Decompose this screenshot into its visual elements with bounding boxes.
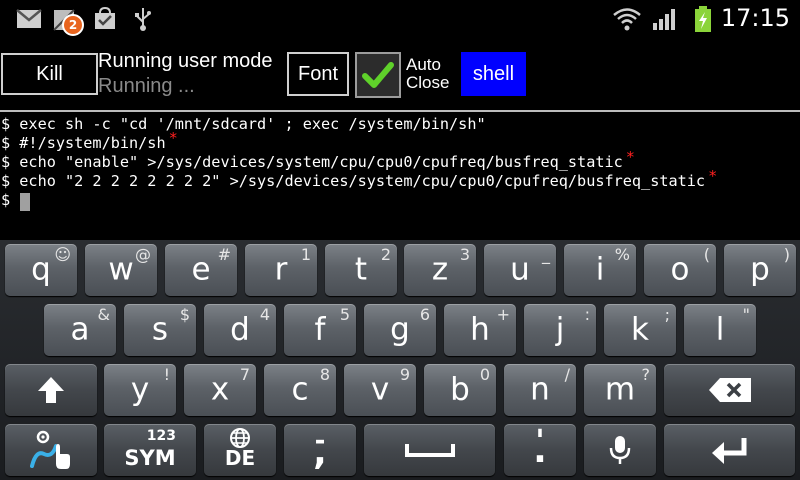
sym-key-sup: 123 <box>146 428 176 444</box>
key-label: l <box>715 311 725 348</box>
status-bar: 2 17:15 <box>0 0 800 38</box>
swype-settings-key[interactable] <box>5 424 97 476</box>
auto-close-label-line2: Close <box>406 73 450 92</box>
key-label: a <box>70 311 90 348</box>
mode-status: Running ... <box>98 75 195 97</box>
key-c[interactable]: 8 c <box>264 364 336 416</box>
key-label: e <box>191 251 211 288</box>
signal-icon <box>653 9 675 30</box>
enter-key[interactable] <box>664 424 795 476</box>
key-label: g <box>390 311 410 348</box>
language-key[interactable]: DE <box>204 424 276 476</box>
key-q[interactable]: ☺ q <box>5 244 77 296</box>
key-l[interactable]: " l <box>684 304 756 356</box>
checkmark-icon <box>362 62 394 88</box>
key-a[interactable]: & a <box>44 304 116 356</box>
key-label: u <box>510 251 530 288</box>
period-key[interactable]: ' . <box>504 424 576 476</box>
microphone-icon <box>609 436 631 464</box>
key-o[interactable]: ( o <box>644 244 716 296</box>
key-label: w <box>108 251 134 288</box>
market-update-icon <box>95 6 115 29</box>
swype-settings-icon <box>30 430 70 469</box>
key-label: j <box>555 311 565 348</box>
key-label: o <box>670 251 690 288</box>
key-label: h <box>470 311 490 348</box>
key-h[interactable]: + h <box>444 304 516 356</box>
terminal-line: $ echo "enable" >/sys/devices/system/cpu… <box>1 148 635 171</box>
terminal-line: $ echo "2 2 2 2 2 2 2 2" >/sys/devices/s… <box>1 167 718 190</box>
comma-key[interactable]: - , <box>284 424 356 476</box>
key-label: s <box>151 311 169 348</box>
key-label: y <box>130 371 150 408</box>
key-y[interactable]: ! y <box>104 364 176 416</box>
terminal-line: $ #!/system/bin/sh * <box>1 129 178 152</box>
key-s[interactable]: $ s <box>124 304 196 356</box>
key-e[interactable]: # e <box>165 244 237 296</box>
key-i[interactable]: % i <box>564 244 636 296</box>
key-w[interactable]: @ w <box>85 244 157 296</box>
key-label: x <box>210 371 230 408</box>
key-n[interactable]: / n <box>504 364 576 416</box>
kill-button[interactable]: Kill <box>1 53 98 95</box>
space-key[interactable] <box>364 424 495 476</box>
notification-count-badge: 2 <box>62 14 84 36</box>
space-bar-icon <box>404 444 455 457</box>
terminal-line: $ exec sh -c "cd '/mnt/sdcard' ; exec /s… <box>1 115 486 133</box>
terminal-cursor <box>20 193 30 211</box>
microphone-key[interactable] <box>584 424 656 476</box>
key-b[interactable]: 0 b <box>424 364 496 416</box>
key-t[interactable]: 2 t <box>325 244 397 296</box>
terminal-output[interactable]: $ exec sh -c "cd '/mnt/sdcard' ; exec /s… <box>0 112 800 240</box>
key-label: v <box>370 371 390 408</box>
key-label: r <box>274 251 288 288</box>
key-k[interactable]: ; k <box>604 304 676 356</box>
key-label: q <box>31 251 51 288</box>
backspace-key[interactable] <box>664 364 795 416</box>
shift-key[interactable] <box>5 364 97 416</box>
enter-arrow-icon <box>711 438 746 464</box>
mode-title: Running user mode <box>98 50 273 72</box>
sym-key-label: SYM <box>124 446 176 470</box>
shell-button[interactable]: shell <box>461 52 526 96</box>
key-label: m <box>604 371 636 408</box>
app-toolbar: Kill Running user mode Running ... Font … <box>0 40 800 110</box>
sym-key[interactable]: 123 SYM <box>104 424 196 476</box>
key-label: b <box>450 371 470 408</box>
shift-arrow-icon <box>38 377 64 403</box>
auto-close-label-line1: Auto <box>406 55 441 74</box>
key-j[interactable]: : j <box>524 304 596 356</box>
soft-keyboard: ☺ q @ w # e 1 r 2 t 3 z _ u % i ( o ) p … <box>0 240 800 480</box>
key-z[interactable]: 3 z <box>404 244 476 296</box>
key-p[interactable]: ) p <box>724 244 796 296</box>
key-r[interactable]: 1 r <box>245 244 317 296</box>
comma-key-label: , <box>313 432 327 473</box>
font-button[interactable]: Font <box>287 52 349 96</box>
key-label: f <box>314 311 326 348</box>
key-label: k <box>631 311 649 348</box>
usb-icon <box>135 8 151 31</box>
gmail-icon <box>16 9 42 28</box>
key-label: d <box>230 311 250 348</box>
key-v[interactable]: 9 v <box>344 364 416 416</box>
key-g[interactable]: 6 g <box>364 304 436 356</box>
key-label: n <box>530 371 550 408</box>
key-x[interactable]: 7 x <box>184 364 256 416</box>
auto-close-checkbox[interactable] <box>355 52 401 98</box>
key-label: i <box>595 251 605 288</box>
key-u[interactable]: _ u <box>484 244 556 296</box>
wifi-icon <box>613 8 641 31</box>
key-d[interactable]: 4 d <box>204 304 276 356</box>
key-m[interactable]: ? m <box>584 364 656 416</box>
language-key-label: DE <box>224 446 256 470</box>
period-key-label: . <box>533 430 547 471</box>
key-label: t <box>354 251 368 288</box>
key-label: p <box>750 251 770 288</box>
backspace-icon <box>708 378 751 402</box>
key-label: c <box>291 371 309 408</box>
clock: 17:15 <box>720 4 790 32</box>
key-label: z <box>431 251 449 288</box>
key-f[interactable]: 5 f <box>284 304 356 356</box>
battery-charging-icon <box>695 6 711 32</box>
